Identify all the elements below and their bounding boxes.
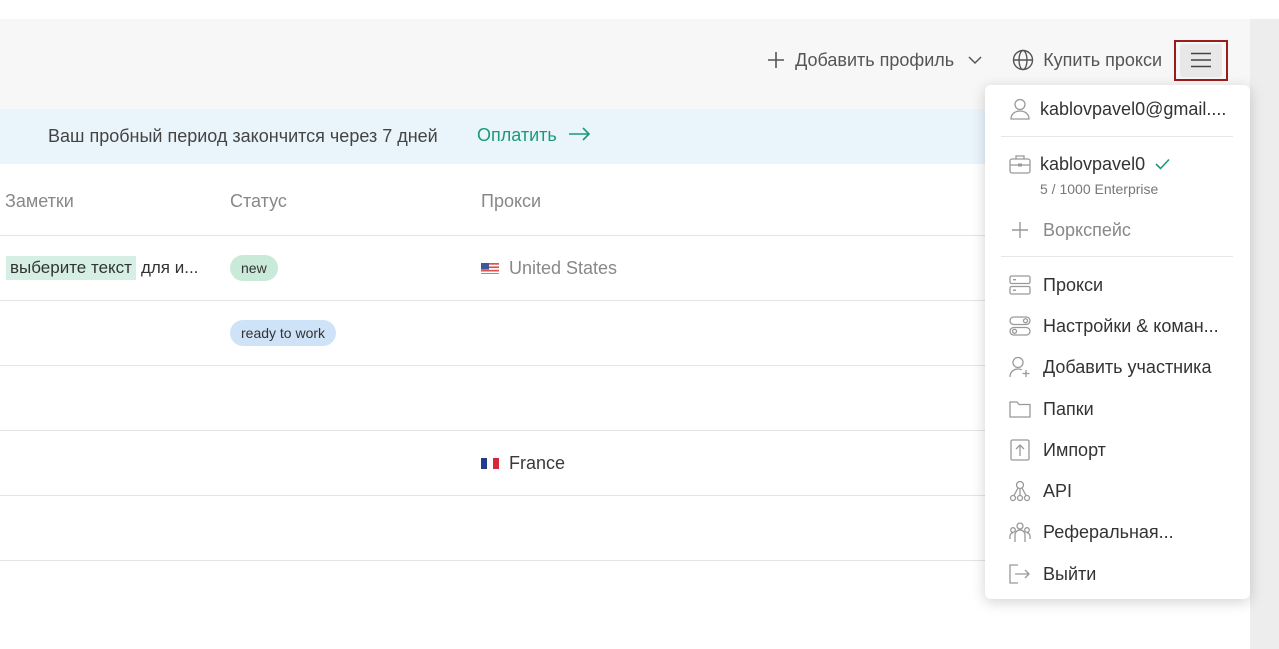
menu-item-label: API <box>1043 480 1073 501</box>
workspace-name: kablovpavel0 <box>1040 153 1146 174</box>
menu-divider <box>1001 136 1233 137</box>
menu-item-label: Папки <box>1043 398 1094 419</box>
status-cell[interactable]: new <box>230 236 278 300</box>
add-user-icon <box>1009 356 1031 378</box>
briefcase-icon <box>1009 153 1031 175</box>
menu-item-workspace[interactable]: kablovpavel0 <box>1009 153 1170 175</box>
menu-item-add-workspace[interactable]: Воркспейс <box>1009 219 1131 241</box>
pay-link-label: Оплатить <box>477 125 557 145</box>
menu-item-label: Реферальная... <box>1043 521 1174 542</box>
menu-item-account[interactable]: kablovpavel0@gmail.... <box>1009 98 1226 120</box>
menu-divider <box>1001 256 1233 257</box>
menu-item-referral[interactable]: Реферальная... <box>1009 521 1174 543</box>
api-icon <box>1009 480 1031 502</box>
main-menu-dropdown: kablovpavel0@gmail.... kablovpavel0 5 / … <box>985 85 1250 599</box>
scrollbar-track[interactable] <box>1250 19 1279 649</box>
menu-item-logout[interactable]: Выйти <box>1009 563 1096 585</box>
import-icon <box>1009 439 1031 461</box>
us-flag-icon <box>481 262 499 274</box>
check-icon <box>1155 154 1170 175</box>
buy-proxy-label: Купить прокси <box>1043 49 1162 70</box>
chevron-down-icon[interactable] <box>968 55 982 65</box>
trial-banner-text: Ваш пробный период закончится через 7 дн… <box>48 126 438 146</box>
menu-item-label: Прокси <box>1043 274 1104 295</box>
user-icon <box>1009 98 1031 120</box>
pay-link[interactable]: Оплатить <box>477 125 591 146</box>
proxy-cell[interactable]: United States <box>481 236 617 300</box>
menu-item-proxy[interactable]: Прокси <box>1009 274 1103 296</box>
header-actions: Добавить профиль Купить прокси <box>767 39 1228 81</box>
menu-item-import[interactable]: Импорт <box>1009 439 1106 461</box>
menu-item-api[interactable]: API <box>1009 480 1072 502</box>
column-header-status[interactable]: Статус <box>230 191 287 212</box>
buy-proxy-button[interactable]: Купить прокси <box>1012 49 1162 71</box>
status-badge[interactable]: ready to work <box>230 320 337 346</box>
server-icon <box>1009 274 1031 296</box>
menu-item-settings-team[interactable]: Настройки & коман... <box>1009 315 1219 337</box>
top-strip <box>0 0 1279 19</box>
notes-cell[interactable]: выберите текст для и... <box>6 236 216 300</box>
folder-icon <box>1009 398 1031 420</box>
column-header-notes[interactable]: Заметки <box>5 191 74 212</box>
menu-item-folders[interactable]: Папки <box>1009 398 1094 420</box>
menu-item-label: Добавить участника <box>1043 356 1212 377</box>
status-cell[interactable]: ready to work <box>230 301 337 365</box>
plus-icon <box>767 51 785 69</box>
settings-toggle-icon <box>1009 315 1031 337</box>
plus-icon <box>1009 219 1031 241</box>
proxy-cell[interactable]: France <box>481 431 565 495</box>
arrow-right-icon <box>557 125 591 146</box>
workspace-plan: 5 / 1000 Enterprise <box>1040 181 1159 197</box>
status-badge[interactable]: new <box>230 255 278 281</box>
fr-flag-icon <box>481 457 499 469</box>
main-menu-button[interactable] <box>1174 39 1228 81</box>
add-profile-button[interactable]: Добавить профиль <box>767 50 982 71</box>
globe-icon <box>1012 49 1034 71</box>
column-header-proxy[interactable]: Прокси <box>481 191 541 212</box>
add-workspace-label: Воркспейс <box>1043 219 1131 240</box>
logout-icon <box>1009 563 1031 585</box>
note-text: для и... <box>140 258 199 277</box>
menu-item-label: Импорт <box>1043 439 1106 460</box>
menu-item-label: Выйти <box>1043 563 1097 584</box>
referral-icon <box>1009 521 1031 543</box>
hamburger-icon <box>1180 43 1222 77</box>
account-email: kablovpavel0@gmail.... <box>1040 98 1227 119</box>
note-highlighted-text: выберите текст <box>6 256 136 280</box>
proxy-country: United States <box>509 257 618 278</box>
add-profile-label: Добавить профиль <box>795 49 955 70</box>
menu-item-label: Настройки & коман... <box>1043 315 1219 336</box>
menu-item-add-member[interactable]: Добавить участника <box>1009 356 1211 378</box>
proxy-country: France <box>509 452 566 473</box>
